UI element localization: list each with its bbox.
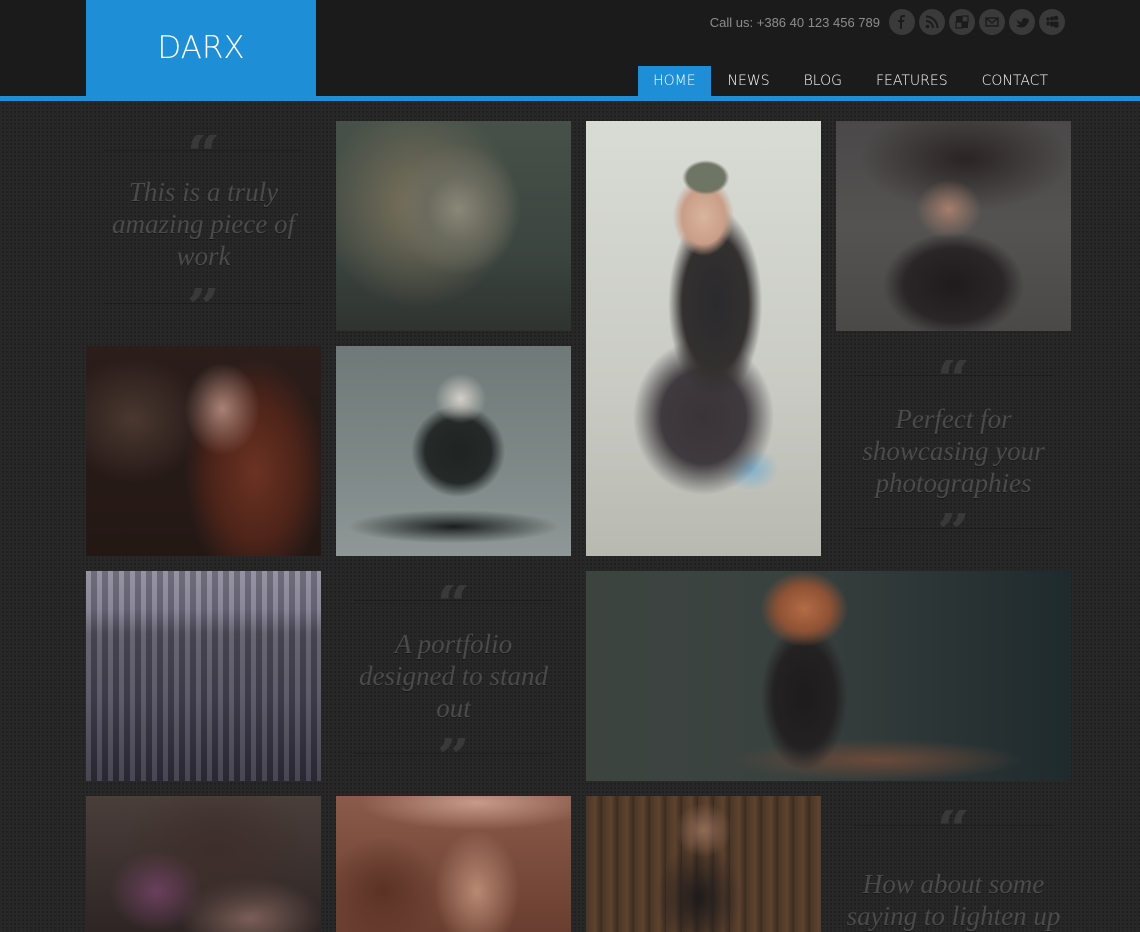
myspace-icon[interactable] bbox=[1039, 9, 1065, 35]
quote-tile: “ Perfect for showcasing your photograph… bbox=[836, 346, 1071, 556]
facebook-icon[interactable] bbox=[889, 9, 915, 35]
nav-blog[interactable]: BLOG bbox=[787, 66, 859, 96]
mail-icon[interactable] bbox=[979, 9, 1005, 35]
quote-close-icon: ” bbox=[186, 288, 221, 322]
quote-tile: “ A portfolio designed to stand out ” bbox=[336, 571, 571, 781]
photo-woman-hair-flip[interactable] bbox=[836, 121, 1071, 331]
rss-icon[interactable] bbox=[919, 9, 945, 35]
quote-text: How about some saying to lighten up bbox=[846, 869, 1061, 931]
twitter-icon[interactable] bbox=[1009, 9, 1035, 35]
site-header: DARX Call us: +386 40 123 456 789 HOME N… bbox=[0, 0, 1140, 101]
quote-text: This is a truly amazing piece of work bbox=[112, 177, 295, 271]
quote-text: Perfect for showcasing your photographie… bbox=[862, 404, 1045, 498]
quote-tile: “ This is a truly amazing piece of work … bbox=[86, 121, 321, 331]
photo-city-skyline[interactable] bbox=[86, 571, 321, 781]
quote-open-icon: “ bbox=[186, 135, 221, 169]
quote-open-icon: “ bbox=[436, 585, 471, 619]
nav-news[interactable]: NEWS bbox=[711, 66, 787, 96]
photo-woman-rusty-wall[interactable] bbox=[586, 796, 821, 932]
quote-open-icon: “ bbox=[936, 360, 971, 394]
quote-text: A portfolio designed to stand out bbox=[359, 629, 548, 723]
photo-woman-with-hat[interactable] bbox=[336, 796, 571, 932]
contact-bar: Call us: +386 40 123 456 789 bbox=[710, 9, 1065, 35]
call-text: Call us: +386 40 123 456 789 bbox=[709, 14, 880, 30]
photo-curly-hair-closeup[interactable] bbox=[86, 796, 321, 932]
photo-blonde-posing-floor[interactable] bbox=[336, 346, 571, 556]
quote-open-icon: “ bbox=[936, 810, 971, 844]
nav-features[interactable]: FEATURES bbox=[859, 66, 965, 96]
photo-curly-blonde-portrait[interactable] bbox=[336, 121, 571, 331]
quote-close-icon: ” bbox=[436, 738, 471, 772]
photo-redhead-leaning[interactable] bbox=[586, 571, 1071, 781]
nav-home[interactable]: HOME bbox=[638, 66, 711, 96]
photo-red-hair-profile[interactable] bbox=[86, 346, 321, 556]
main-nav: HOME NEWS BLOG FEATURES CONTACT bbox=[638, 66, 1065, 96]
photo-woman-green-hat-sitting[interactable] bbox=[586, 121, 821, 556]
logo[interactable]: DARX bbox=[86, 0, 316, 96]
quote-close-icon: ” bbox=[936, 513, 971, 547]
delicious-icon[interactable] bbox=[949, 9, 975, 35]
nav-contact[interactable]: CONTACT bbox=[965, 66, 1065, 96]
quote-tile: “ How about some saying to lighten up bbox=[836, 796, 1071, 932]
